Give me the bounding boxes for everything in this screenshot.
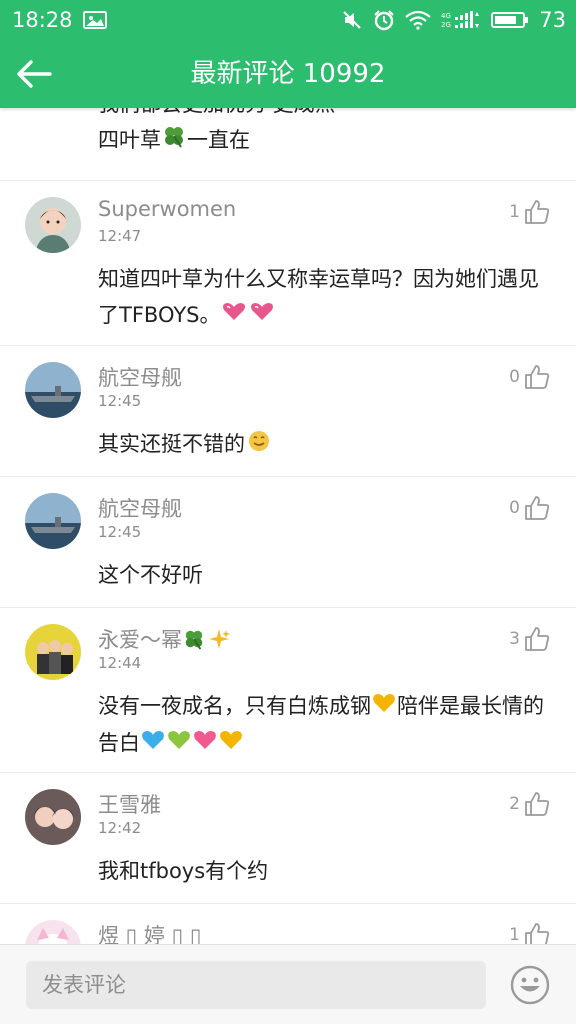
four-leaf-clover-icon (183, 628, 205, 655)
status-time: 18:28 (12, 8, 73, 32)
comment-time: 12:45 (98, 523, 142, 541)
like-count: 2 (509, 794, 520, 814)
comment-text-line: 我们都会更加优秀 更成熟 (98, 108, 554, 122)
like-button[interactable]: 3 (509, 626, 550, 652)
comment-time: 12:42 (98, 819, 142, 837)
smiling-face-icon (246, 427, 272, 463)
svg-text:4G: 4G (441, 12, 451, 20)
like-count: 0 (509, 498, 520, 518)
comment-item: 我们都会更加优秀 更成熟 四叶草一直在 (0, 108, 576, 181)
status-bar: 18:28 4G 2G 73 (0, 0, 576, 40)
blue-heart-icon (141, 726, 165, 762)
status-icons: 4G 2G 73 (341, 8, 566, 32)
comment-author[interactable]: 航空母舰 (98, 493, 182, 523)
signal-icon: 4G 2G (441, 10, 481, 30)
avatar[interactable] (25, 624, 81, 680)
like-count: 1 (509, 202, 520, 222)
comment-list-viewport[interactable]: 我们都会更加优秀 更成熟 四叶草一直在 Superwomen 12:47 1 知… (0, 108, 576, 944)
comment-author[interactable]: 永爱～幂 (98, 624, 232, 656)
alarm-icon (373, 9, 395, 31)
comment-author[interactable]: 煜 ▯ 婷 ▯ ▯ (98, 920, 201, 944)
thumbs-up-icon (525, 365, 550, 389)
thumbs-up-icon (525, 792, 550, 816)
emoji-button[interactable] (510, 965, 550, 1005)
like-count: 3 (509, 629, 520, 649)
comment-input[interactable]: 发表评论 (26, 961, 486, 1009)
comment-text-line: 四叶草 一直在 (98, 122, 554, 159)
comment-time: 12:45 (98, 392, 142, 410)
like-button[interactable]: 1 (509, 922, 550, 944)
yellow-heart-icon (219, 726, 243, 762)
comment-text: 其实还挺不错的 (98, 426, 554, 463)
thumbs-up-icon (525, 627, 550, 651)
avatar[interactable] (25, 493, 81, 549)
comment-time: 12:47 (98, 227, 142, 245)
sparkles-icon (207, 627, 231, 656)
comment-item: 航空母舰 12:45 0 这个不好听 (0, 477, 576, 608)
comment-text: 我们都会更加优秀 更成熟 四叶草一直在 (98, 108, 554, 159)
comment-author[interactable]: 王雪雅 (98, 789, 161, 819)
thumbs-up-icon (525, 496, 550, 520)
image-icon (82, 10, 107, 30)
comment-list: 我们都会更加优秀 更成熟 四叶草一直在 Superwomen 12:47 1 知… (0, 108, 576, 944)
comment-time: 12:44 (98, 654, 142, 672)
avatar[interactable] (25, 920, 81, 944)
avatar[interactable] (25, 789, 81, 845)
thumbs-up-icon (525, 923, 550, 944)
title-bar: 最新评论 10992 (0, 40, 576, 108)
avatar[interactable] (25, 362, 81, 418)
smiley-face-icon (510, 965, 550, 1005)
like-count: 0 (509, 367, 520, 387)
svg-text:2G: 2G (441, 21, 451, 29)
page-title: 最新评论 10992 (190, 59, 386, 89)
like-button[interactable]: 2 (509, 791, 550, 817)
comment-item: 王雪雅 12:42 2 我和tfboys有个约 (0, 773, 576, 904)
like-count: 1 (509, 925, 520, 944)
comment-item: 永爱～幂 12:44 3 没有一夜成名，只有白炼成钢 陪伴是最长情的告白 (0, 608, 576, 773)
four-leaf-clover-icon (162, 123, 186, 159)
green-heart-icon (167, 726, 191, 762)
comment-item: 煜 ▯ 婷 ▯ ▯ 1 (0, 904, 576, 944)
thumbs-up-icon (525, 200, 550, 224)
battery-icon (491, 10, 529, 30)
comment-text: 我和tfboys有个约 (98, 859, 269, 883)
comment-text: 知道四叶草为什么又称幸运草吗？因为她们遇见了TFBOYS。 (98, 261, 554, 334)
like-button[interactable]: 0 (509, 364, 550, 390)
comment-author[interactable]: 航空母舰 (98, 362, 182, 392)
comment-compose-bar: 发表评论 (0, 944, 576, 1024)
comment-text: 没有一夜成名，只有白炼成钢 陪伴是最长情的告白 (98, 688, 554, 762)
comment-item: Superwomen 12:47 1 知道四叶草为什么又称幸运草吗？因为她们遇见… (0, 181, 576, 346)
like-button[interactable]: 1 (509, 199, 550, 225)
battery-level: 73 (539, 8, 566, 32)
like-button[interactable]: 0 (509, 495, 550, 521)
comment-text: 这个不好听 (98, 563, 203, 587)
wifi-icon (405, 10, 431, 30)
heart-ribbon-icon (249, 298, 275, 334)
comment-item: 航空母舰 12:45 0 其实还挺不错的 (0, 346, 576, 477)
mute-icon (341, 9, 363, 31)
comment-author[interactable]: Superwomen (98, 197, 236, 221)
avatar[interactable] (25, 197, 81, 253)
heart-ribbon-icon (221, 298, 247, 334)
yellow-heart-icon (372, 689, 396, 725)
pink-heart-icon (193, 726, 217, 762)
